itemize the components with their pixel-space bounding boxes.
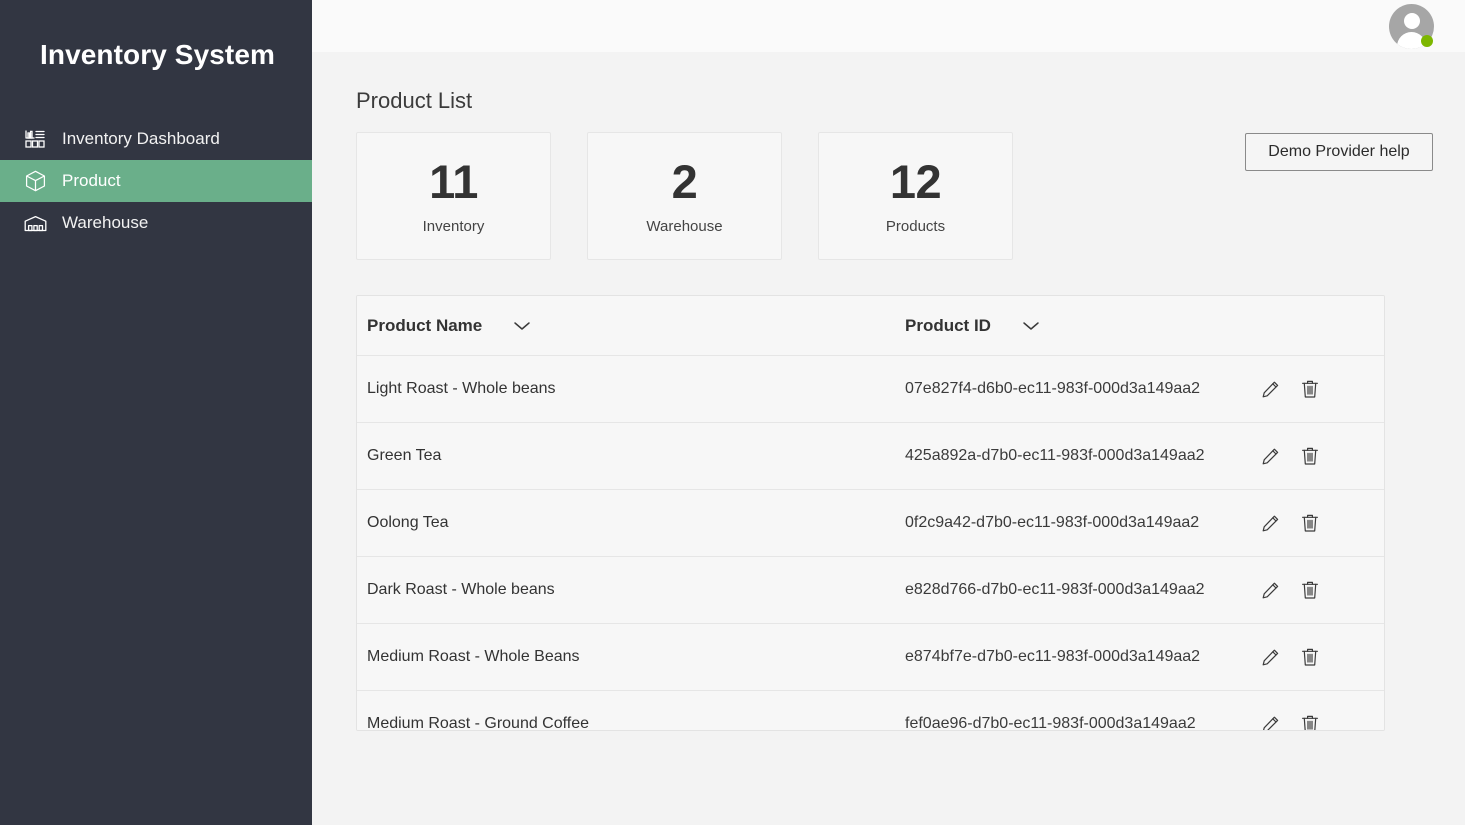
sidebar-item-label: Product <box>62 171 121 191</box>
stat-card-inventory: 11 Inventory <box>356 132 551 260</box>
cell-product-id: 07e827f4-d6b0-ec11-983f-000d3a149aa2 <box>905 380 1260 398</box>
stat-card-products: 12 Products <box>818 132 1013 260</box>
cell-product-id: e828d766-d7b0-ec11-983f-000d3a149aa2 <box>905 581 1260 599</box>
delete-row-button[interactable] <box>1300 579 1320 601</box>
sidebar-item-label: Warehouse <box>62 213 148 233</box>
stat-label: Inventory <box>423 218 485 236</box>
delete-row-button[interactable] <box>1300 512 1320 534</box>
cell-actions <box>1260 378 1376 400</box>
cell-actions <box>1260 579 1376 601</box>
cell-product-id: 0f2c9a42-d7b0-ec11-983f-000d3a149aa2 <box>905 514 1260 532</box>
dashboard-icon <box>22 128 48 150</box>
edit-row-button[interactable] <box>1260 445 1280 467</box>
table-row[interactable]: Green Tea 425a892a-d7b0-ec11-983f-000d3a… <box>357 423 1384 490</box>
product-id-text: e828d766-d7b0-ec11-983f-000d3a149aa2 <box>905 581 1205 599</box>
stat-label: Warehouse <box>646 218 722 236</box>
cell-product-name: Light Roast - Whole beans <box>357 380 905 398</box>
delete-row-button[interactable] <box>1300 646 1320 668</box>
status-badge <box>1421 35 1433 47</box>
table-row[interactable]: Medium Roast - Whole Beans e874bf7e-d7b0… <box>357 624 1384 691</box>
delete-row-button[interactable] <box>1300 445 1320 467</box>
cell-actions <box>1260 646 1376 668</box>
column-header-product-name[interactable]: Product Name <box>357 316 905 336</box>
sidebar: Inventory System Inventory Dashboard <box>0 0 312 825</box>
cell-product-id: 425a892a-d7b0-ec11-983f-000d3a149aa2 <box>905 447 1260 465</box>
product-name-text: Medium Roast - Whole Beans <box>367 648 580 666</box>
product-name-text: Dark Roast - Whole beans <box>367 581 555 599</box>
chevron-down-icon[interactable] <box>512 320 532 332</box>
stat-value: 2 <box>672 156 698 208</box>
product-name-text: Green Tea <box>367 447 441 465</box>
table-row[interactable]: Medium Roast - Ground Coffee fef0ae96-d7… <box>357 691 1384 731</box>
column-header-label: Product Name <box>367 316 482 336</box>
edit-row-button[interactable] <box>1260 512 1280 534</box>
cell-product-name: Green Tea <box>357 447 905 465</box>
avatar[interactable] <box>1389 4 1434 49</box>
demo-provider-help-button[interactable]: Demo Provider help <box>1245 133 1433 171</box>
cell-product-id: e874bf7e-d7b0-ec11-983f-000d3a149aa2 <box>905 648 1260 666</box>
stat-value: 11 <box>429 156 478 208</box>
edit-row-button[interactable] <box>1260 579 1280 601</box>
product-table: Product Name Product ID <box>356 295 1385 731</box>
stat-label: Products <box>886 218 945 236</box>
main-area: Product List Demo Provider help 11 Inven… <box>312 0 1465 825</box>
product-id-text: e874bf7e-d7b0-ec11-983f-000d3a149aa2 <box>905 648 1200 666</box>
edit-row-button[interactable] <box>1260 646 1280 668</box>
column-header-product-id[interactable]: Product ID <box>905 316 1260 336</box>
table-row[interactable]: Light Roast - Whole beans 07e827f4-d6b0-… <box>357 356 1384 423</box>
delete-row-button[interactable] <box>1300 378 1320 400</box>
sidebar-item-inventory-dashboard[interactable]: Inventory Dashboard <box>0 118 312 160</box>
cell-actions <box>1260 713 1376 731</box>
cell-product-name: Dark Roast - Whole beans <box>357 581 905 599</box>
table-row[interactable]: Oolong Tea 0f2c9a42-d7b0-ec11-983f-000d3… <box>357 490 1384 557</box>
product-id-text: 0f2c9a42-d7b0-ec11-983f-000d3a149aa2 <box>905 514 1199 532</box>
product-id-text: 07e827f4-d6b0-ec11-983f-000d3a149aa2 <box>905 380 1200 398</box>
warehouse-icon <box>22 212 48 234</box>
cell-product-name: Medium Roast - Ground Coffee <box>357 715 905 731</box>
content-region: Product List Demo Provider help 11 Inven… <box>312 52 1465 825</box>
product-id-text: 425a892a-d7b0-ec11-983f-000d3a149aa2 <box>905 447 1205 465</box>
sidebar-nav: Inventory Dashboard Product <box>0 118 312 244</box>
sidebar-item-warehouse[interactable]: Warehouse <box>0 202 312 244</box>
table-body: Light Roast - Whole beans 07e827f4-d6b0-… <box>357 356 1384 731</box>
cell-product-id: fef0ae96-d7b0-ec11-983f-000d3a149aa2 <box>905 715 1260 731</box>
cell-actions <box>1260 512 1376 534</box>
edit-row-button[interactable] <box>1260 713 1280 731</box>
edit-row-button[interactable] <box>1260 378 1280 400</box>
product-id-text: fef0ae96-d7b0-ec11-983f-000d3a149aa2 <box>905 715 1196 731</box>
app-title: Inventory System <box>0 0 312 72</box>
product-name-text: Medium Roast - Ground Coffee <box>367 715 589 731</box>
table-header-row: Product Name Product ID <box>357 296 1384 356</box>
column-header-label: Product ID <box>905 316 991 336</box>
product-name-text: Oolong Tea <box>367 514 449 532</box>
page-title: Product List <box>356 52 1465 114</box>
product-name-text: Light Roast - Whole beans <box>367 380 556 398</box>
chevron-down-icon[interactable] <box>1021 320 1041 332</box>
app-root: Inventory System Inventory Dashboard <box>0 0 1465 825</box>
delete-row-button[interactable] <box>1300 713 1320 731</box>
stat-value: 12 <box>890 156 941 208</box>
cell-product-name: Oolong Tea <box>357 514 905 532</box>
table-row[interactable]: Dark Roast - Whole beans e828d766-d7b0-e… <box>357 557 1384 624</box>
top-header-bar <box>312 0 1465 52</box>
stat-card-warehouse: 2 Warehouse <box>587 132 782 260</box>
sidebar-item-product[interactable]: Product <box>0 160 312 202</box>
cell-actions <box>1260 445 1376 467</box>
avatar-head <box>1404 13 1420 29</box>
sidebar-item-label: Inventory Dashboard <box>62 129 220 149</box>
package-icon <box>22 170 48 192</box>
cell-product-name: Medium Roast - Whole Beans <box>357 648 905 666</box>
